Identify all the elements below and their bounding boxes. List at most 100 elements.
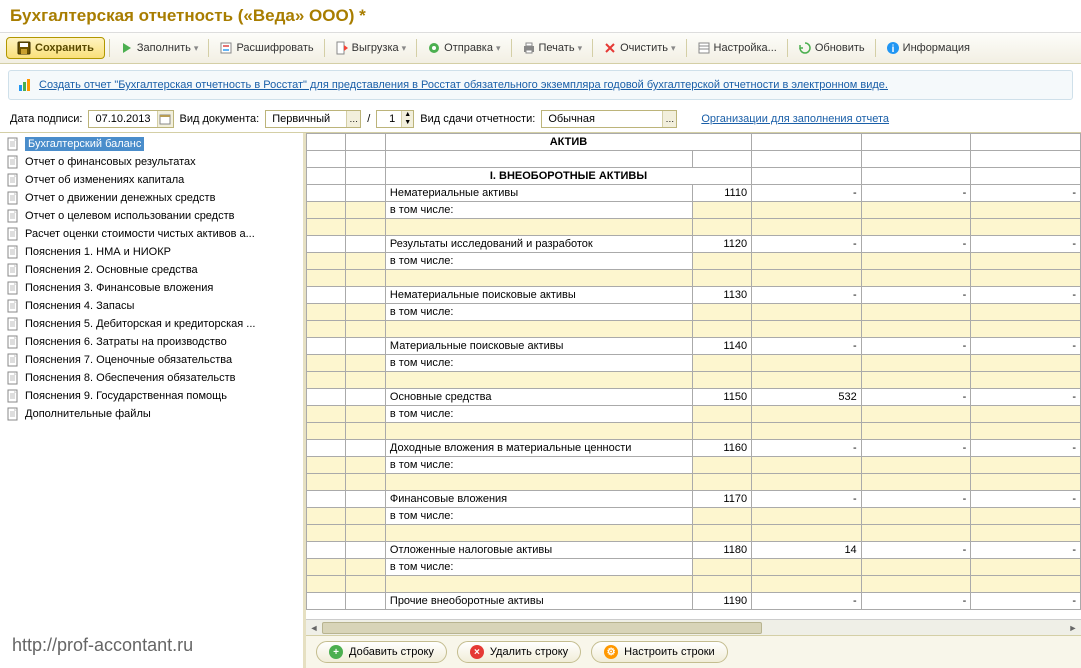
banner-link[interactable]: Создать отчет "Бухгалтерская отчетность … bbox=[39, 79, 888, 91]
row-value[interactable] bbox=[752, 576, 862, 593]
row-value[interactable] bbox=[861, 253, 971, 270]
row-value[interactable]: - bbox=[861, 236, 971, 253]
row-value[interactable]: - bbox=[971, 440, 1081, 457]
sidebar-item[interactable]: Пояснения 8. Обеспечения обязательств bbox=[2, 369, 301, 387]
row-value[interactable] bbox=[861, 270, 971, 287]
sidebar-item[interactable]: Отчет об изменениях капитала bbox=[2, 171, 301, 189]
row-value[interactable] bbox=[752, 304, 862, 321]
sidebar-item[interactable]: Пояснения 5. Дебиторская и кредиторская … bbox=[2, 315, 301, 333]
row-value[interactable] bbox=[861, 202, 971, 219]
sidebar-item[interactable]: Отчет о целевом использовании средств bbox=[2, 207, 301, 225]
row-value[interactable] bbox=[861, 219, 971, 236]
row-code[interactable] bbox=[692, 406, 751, 423]
row-value[interactable] bbox=[971, 372, 1081, 389]
sidebar-item[interactable]: Пояснения 4. Запасы bbox=[2, 297, 301, 315]
row-blank[interactable] bbox=[385, 219, 692, 236]
row-value[interactable] bbox=[752, 219, 862, 236]
row-value[interactable]: - bbox=[752, 338, 862, 355]
row-code[interactable] bbox=[692, 202, 751, 219]
row-value[interactable]: - bbox=[752, 287, 862, 304]
del-row-button[interactable]: ×Удалить строку bbox=[457, 641, 581, 663]
row-value[interactable]: - bbox=[752, 593, 862, 610]
sidebar-item[interactable]: Расчет оценки стоимости чистых активов а… bbox=[2, 225, 301, 243]
fill-button[interactable]: Заполнить▾ bbox=[114, 38, 205, 58]
row-value[interactable] bbox=[861, 457, 971, 474]
row-code[interactable] bbox=[692, 355, 751, 372]
row-value[interactable] bbox=[752, 372, 862, 389]
row-value[interactable] bbox=[752, 253, 862, 270]
row-value[interactable] bbox=[752, 474, 862, 491]
row-code[interactable] bbox=[692, 457, 751, 474]
row-value[interactable] bbox=[971, 457, 1081, 474]
add-row-button[interactable]: +Добавить строку bbox=[316, 641, 447, 663]
row-code[interactable] bbox=[692, 321, 751, 338]
sidebar-item[interactable]: Пояснения 9. Государственная помощь bbox=[2, 387, 301, 405]
row-value[interactable] bbox=[861, 355, 971, 372]
horizontal-scrollbar[interactable]: ◄ ► bbox=[306, 619, 1081, 635]
row-value[interactable]: - bbox=[861, 287, 971, 304]
row-code[interactable] bbox=[692, 525, 751, 542]
sidebar-item[interactable]: Отчет о финансовых результатах bbox=[2, 153, 301, 171]
row-code[interactable] bbox=[692, 508, 751, 525]
row-value[interactable] bbox=[971, 321, 1081, 338]
row-value[interactable] bbox=[752, 525, 862, 542]
info-button[interactable]: i Информация bbox=[880, 38, 976, 58]
row-value[interactable]: - bbox=[752, 236, 862, 253]
row-value[interactable]: - bbox=[861, 491, 971, 508]
print-button[interactable]: Печать▾ bbox=[516, 38, 589, 58]
row-value[interactable] bbox=[752, 508, 862, 525]
save-button[interactable]: Сохранить bbox=[6, 37, 105, 59]
row-value[interactable]: - bbox=[861, 185, 971, 202]
row-value[interactable]: - bbox=[971, 185, 1081, 202]
row-value[interactable] bbox=[861, 304, 971, 321]
org-link[interactable]: Организации для заполнения отчета bbox=[701, 113, 889, 125]
row-value[interactable] bbox=[971, 253, 1081, 270]
row-value[interactable] bbox=[752, 355, 862, 372]
row-value[interactable]: - bbox=[971, 236, 1081, 253]
row-code[interactable] bbox=[692, 372, 751, 389]
row-code[interactable] bbox=[692, 423, 751, 440]
row-blank[interactable] bbox=[385, 474, 692, 491]
row-code[interactable] bbox=[692, 559, 751, 576]
num-field[interactable]: 1 ▲▼ bbox=[376, 110, 414, 128]
row-value[interactable] bbox=[971, 559, 1081, 576]
row-blank[interactable] bbox=[385, 525, 692, 542]
scroll-right-icon[interactable]: ► bbox=[1065, 620, 1081, 636]
row-code[interactable] bbox=[692, 219, 751, 236]
row-value[interactable] bbox=[971, 202, 1081, 219]
calendar-icon[interactable] bbox=[157, 111, 173, 127]
row-value[interactable]: - bbox=[971, 338, 1081, 355]
row-value[interactable]: - bbox=[971, 491, 1081, 508]
sidebar-item[interactable]: Отчет о движении денежных средств bbox=[2, 189, 301, 207]
cfg-row-button[interactable]: ⚙Настроить строки bbox=[591, 641, 728, 663]
row-value[interactable] bbox=[971, 423, 1081, 440]
settings-button[interactable]: Настройка... bbox=[691, 38, 783, 58]
type-dots-icon[interactable]: … bbox=[662, 111, 676, 127]
row-value[interactable] bbox=[971, 474, 1081, 491]
row-value[interactable]: - bbox=[971, 593, 1081, 610]
row-value[interactable] bbox=[752, 202, 862, 219]
row-value[interactable]: - bbox=[971, 287, 1081, 304]
send-button[interactable]: Отправка▾ bbox=[421, 38, 506, 58]
row-code[interactable] bbox=[692, 253, 751, 270]
row-blank[interactable] bbox=[385, 372, 692, 389]
num-up-icon[interactable]: ▲ bbox=[401, 111, 413, 119]
row-value[interactable]: - bbox=[752, 185, 862, 202]
row-value[interactable] bbox=[861, 559, 971, 576]
row-value[interactable] bbox=[861, 474, 971, 491]
export-button[interactable]: Выгрузка▾ bbox=[329, 38, 413, 58]
row-code[interactable] bbox=[692, 576, 751, 593]
date-field[interactable]: 07.10.2013 bbox=[88, 110, 173, 128]
row-blank[interactable] bbox=[385, 423, 692, 440]
row-value[interactable]: - bbox=[752, 440, 862, 457]
row-value[interactable]: - bbox=[861, 593, 971, 610]
kind-select[interactable]: Первичный … bbox=[265, 110, 361, 128]
clear-button[interactable]: Очистить▾ bbox=[597, 38, 681, 58]
row-value[interactable]: - bbox=[861, 542, 971, 559]
sidebar-item[interactable]: Пояснения 1. НМА и НИОКР bbox=[2, 243, 301, 261]
row-value[interactable] bbox=[971, 525, 1081, 542]
row-value[interactable]: 532 bbox=[752, 389, 862, 406]
decode-button[interactable]: Расшифровать bbox=[213, 38, 319, 58]
row-value[interactable] bbox=[971, 406, 1081, 423]
row-value[interactable]: 14 bbox=[752, 542, 862, 559]
